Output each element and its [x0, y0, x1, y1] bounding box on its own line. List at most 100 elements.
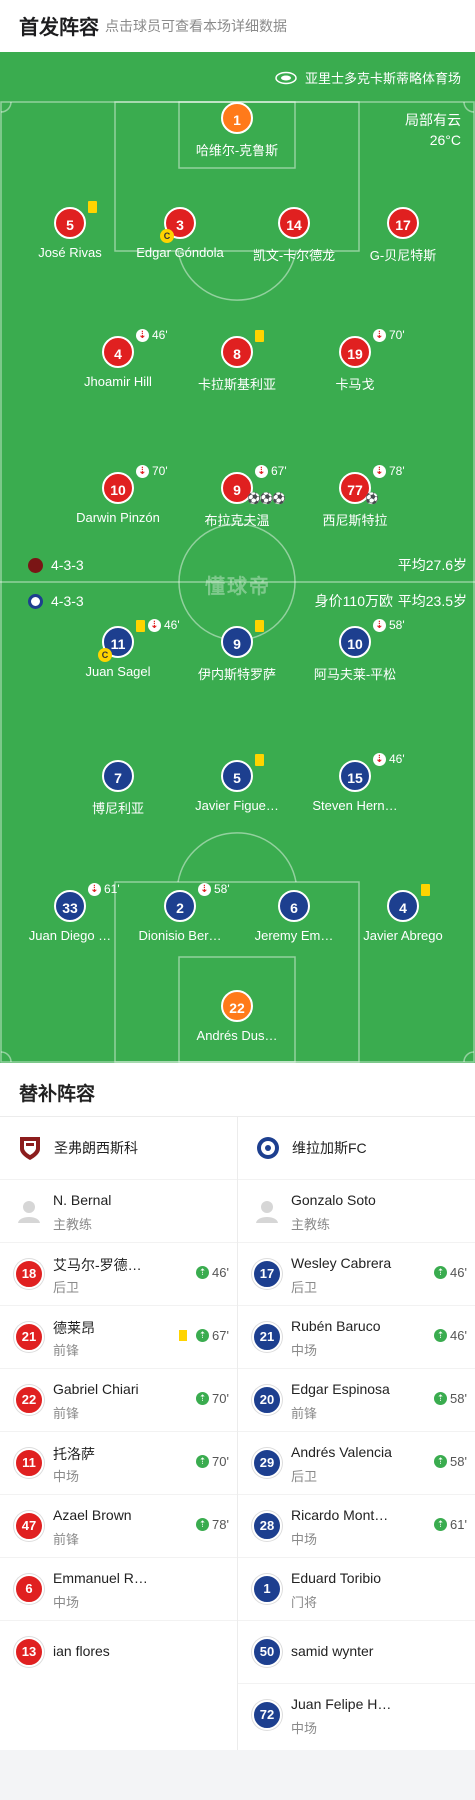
- player-number: 5: [54, 207, 86, 239]
- sub-in-minute: 46': [212, 1265, 229, 1280]
- home-player[interactable]: 14 凯文-卡尔德龙: [234, 207, 354, 264]
- sub-name: Andrés Valencia: [291, 1444, 392, 1460]
- yellow-card-icon: [421, 884, 430, 896]
- sub-name: samid wynter: [291, 1643, 374, 1659]
- home-sub-row[interactable]: 22 Gabriel Chiari 前锋 ⇡ 70': [0, 1368, 237, 1431]
- home-sub-row[interactable]: 11 托洛萨 中场 ⇡ 70': [0, 1431, 237, 1494]
- away-player[interactable]: 15 Steven Hern… ⇣ 46': [295, 752, 415, 813]
- sub-number: 11: [14, 1448, 44, 1478]
- sub-in-minute: 67': [212, 1328, 229, 1343]
- sub-in-info: ⇡ 67': [179, 1328, 229, 1343]
- home-player[interactable]: 1 哈维尔-克鲁斯: [177, 102, 297, 159]
- player-number: 17: [387, 207, 419, 239]
- away-player[interactable]: 22 Andrés Dus…: [177, 990, 297, 1043]
- home-player[interactable]: 9 布拉克夫温 ⇣ 67' ⚽⚽⚽: [177, 464, 297, 529]
- sub-in-info: ⇡ 46': [434, 1265, 467, 1280]
- player-number: 4: [387, 890, 419, 922]
- home-coach-row[interactable]: N. Bernal 主教练: [0, 1179, 237, 1242]
- player-number: 22: [221, 990, 253, 1022]
- home-player[interactable]: 8 卡拉斯基利亚: [177, 330, 297, 393]
- sub-name: Eduard Toribio: [291, 1570, 382, 1586]
- yellow-card-icon: [136, 620, 145, 632]
- sub-number: 17: [252, 1259, 282, 1289]
- sub-number: 28: [252, 1511, 282, 1541]
- substitution-out: ⇣ 46': [148, 618, 180, 632]
- player-name: Edgar Góndola: [136, 245, 224, 260]
- sub-position: 中场: [291, 1721, 318, 1736]
- sub-in-info: ⇡ 58': [434, 1391, 467, 1406]
- sub-out-icon: ⇣: [136, 328, 149, 342]
- home-sub-row[interactable]: 13 ian flores: [0, 1620, 237, 1683]
- sub-out-icon: ⇣: [198, 882, 211, 896]
- home-subs-column: 圣弗朗西斯科 N. Bernal 主教练 18 艾马尔-罗德… 后卫 ⇡ 46' 21 德莱…: [0, 1117, 237, 1683]
- away-formation: 4-3-3: [51, 593, 84, 609]
- sub-position: 中场: [291, 1343, 318, 1358]
- player-name: 阿马夫莱-平松: [313, 667, 397, 682]
- home-player[interactable]: 17 G-贝尼特斯: [343, 207, 463, 264]
- player-name: 卡马戈: [335, 377, 375, 392]
- home-player[interactable]: 19 卡马戈 ⇣ 70': [295, 328, 415, 393]
- sub-out-minute: 61': [104, 882, 120, 896]
- away-coach-role: 主教练: [291, 1217, 331, 1232]
- home-player[interactable]: 77 西尼斯特拉 ⇣ 78' ⚽: [295, 464, 415, 529]
- away-player[interactable]: 5 Javier Figue…: [177, 754, 297, 813]
- away-coach-row[interactable]: Gonzalo Soto 主教练: [238, 1179, 475, 1242]
- player-name: Steven Hern…: [312, 798, 398, 813]
- away-sub-row[interactable]: 17 Wesley Cabrera 后卫 ⇡ 46': [238, 1242, 475, 1305]
- sub-number: 6: [14, 1574, 44, 1604]
- player-name: Dionisio Ber…: [138, 928, 222, 943]
- home-sub-row[interactable]: 6 Emmanuel R… 中场: [0, 1557, 237, 1620]
- home-sub-row[interactable]: 47 Azael Brown 前锋 ⇡ 78': [0, 1494, 237, 1557]
- sub-in-minute: 46': [450, 1265, 467, 1280]
- home-player[interactable]: 10 Darwin Pinzón ⇣ 70': [58, 464, 178, 525]
- sub-in-minute: 70': [212, 1454, 229, 1469]
- away-sub-row[interactable]: 28 Ricardo Mont… 中场 ⇡ 61': [238, 1494, 475, 1557]
- away-sub-row[interactable]: 50 samid wynter: [238, 1620, 475, 1683]
- away-sub-row[interactable]: 20 Edgar Espinosa 前锋 ⇡ 58': [238, 1368, 475, 1431]
- sub-in-icon: ⇡: [434, 1392, 448, 1405]
- home-club-name: 圣弗朗西斯科: [54, 1140, 138, 1156]
- sub-name: Rubén Baruco: [291, 1318, 381, 1334]
- away-player[interactable]: 33 Juan Diego … ⇣ 61': [10, 882, 130, 943]
- sub-in-minute: 58': [450, 1391, 467, 1406]
- sub-number: 21: [14, 1322, 44, 1352]
- player-name: 凯文-卡尔德龙: [252, 248, 336, 263]
- away-player[interactable]: 6 Jeremy Em…: [234, 890, 354, 943]
- home-formation: 4-3-3: [51, 557, 84, 573]
- player-number: 14: [278, 207, 310, 239]
- away-sub-row[interactable]: 72 Juan Felipe H… 中场: [238, 1683, 475, 1746]
- away-club-header[interactable]: 维拉加斯FC: [238, 1117, 475, 1179]
- away-player[interactable]: 9 伊内斯特罗萨: [177, 620, 297, 683]
- away-player[interactable]: 10 阿马夫莱-平松 ⇣ 58': [295, 618, 415, 683]
- away-sub-row[interactable]: 29 Andrés Valencia 后卫 ⇡ 58': [238, 1431, 475, 1494]
- away-player[interactable]: 2 Dionisio Ber… ⇣ 58': [120, 882, 240, 943]
- away-sub-row[interactable]: 1 Eduard Toribio 门将: [238, 1557, 475, 1620]
- lineup-header: 首发阵容 点击球员可查看本场详细数据: [0, 0, 475, 52]
- home-club-header[interactable]: 圣弗朗西斯科: [0, 1117, 237, 1179]
- away-player[interactable]: 7 博尼利亚: [58, 760, 178, 817]
- captain-badge-icon: C: [98, 648, 112, 662]
- away-sub-row[interactable]: 21 Rubén Baruco 中场 ⇡ 46': [238, 1305, 475, 1368]
- sub-name: Emmanuel R…: [53, 1570, 148, 1586]
- home-sub-row[interactable]: 21 德莱昂 前锋 ⇡ 67': [0, 1305, 237, 1368]
- home-player[interactable]: 3 Edgar Góndola C: [120, 207, 240, 260]
- sub-number: 18: [14, 1259, 44, 1289]
- sub-in-icon: ⇡: [434, 1266, 448, 1279]
- sub-out-minute: 78': [389, 464, 405, 478]
- home-sub-row[interactable]: 18 艾马尔-罗德… 后卫 ⇡ 46': [0, 1242, 237, 1305]
- sub-position: 中场: [53, 1595, 80, 1610]
- home-player[interactable]: 4 Jhoamir Hill ⇣ 46': [58, 328, 178, 389]
- weather-text: 局部有云: [405, 112, 461, 128]
- player-name: 博尼利亚: [91, 801, 144, 816]
- sub-in-icon: ⇡: [434, 1518, 448, 1531]
- sub-number: 1: [252, 1574, 282, 1604]
- away-player[interactable]: 11 Juan Sagel ⇣ 46' C: [58, 618, 179, 679]
- stadium-icon: [275, 71, 297, 84]
- player-name: Javier Figue…: [195, 798, 279, 813]
- home-player[interactable]: 5 José Rivas: [10, 201, 130, 260]
- player-name: Jeremy Em…: [254, 928, 334, 943]
- sub-position: 后卫: [53, 1280, 80, 1295]
- sub-name: 托洛萨: [53, 1446, 95, 1462]
- football-pitch: 亚里士多克卡斯蒂略体育场 局部有云 26°C 懂球帝 4-3-3 平均27.6岁…: [0, 52, 475, 1063]
- away-player[interactable]: 4 Javier Abrego: [343, 884, 463, 943]
